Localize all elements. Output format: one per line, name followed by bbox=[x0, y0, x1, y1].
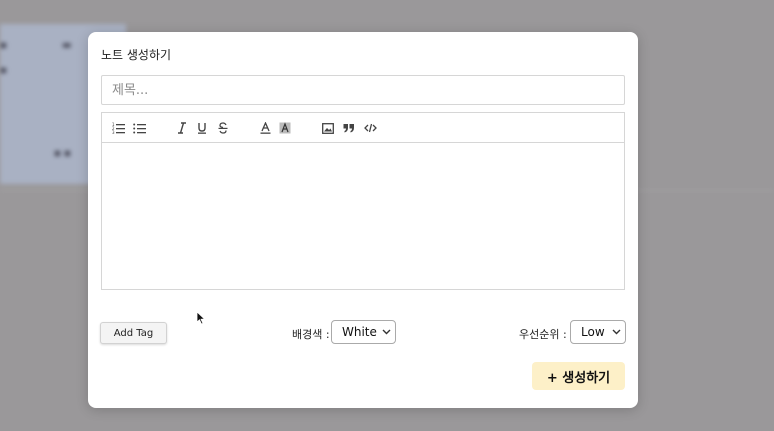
background-text: ▪ bbox=[0, 65, 7, 76]
modal-title: 노트 생성하기 bbox=[101, 48, 172, 62]
create-note-button[interactable]: + 생성하기 bbox=[532, 362, 625, 390]
bullet-list-icon[interactable] bbox=[131, 120, 147, 136]
background-color-select[interactable]: White bbox=[331, 320, 396, 344]
code-icon[interactable] bbox=[362, 120, 378, 136]
add-tag-button[interactable]: Add Tag bbox=[100, 322, 167, 344]
background-color-icon[interactable] bbox=[277, 120, 293, 136]
font-color-icon[interactable] bbox=[257, 120, 273, 136]
priority-select[interactable]: Low bbox=[570, 320, 626, 344]
background-text: ▪ ▪ bbox=[54, 148, 71, 159]
ordered-list-icon[interactable]: 123 bbox=[110, 120, 126, 136]
priority-label: 우선순위 : bbox=[519, 328, 567, 341]
chevron-down-icon bbox=[607, 329, 625, 335]
chevron-down-icon bbox=[377, 329, 395, 335]
create-note-modal: 노트 생성하기 123 bbox=[88, 32, 638, 408]
strikethrough-icon[interactable] bbox=[215, 120, 231, 136]
background-color-label: 배경색 : bbox=[292, 328, 330, 341]
image-icon[interactable] bbox=[320, 120, 336, 136]
editor-content-area[interactable] bbox=[102, 143, 624, 290]
underline-icon[interactable] bbox=[194, 120, 210, 136]
svg-text:3: 3 bbox=[112, 130, 115, 134]
note-title-input[interactable] bbox=[101, 75, 625, 105]
background-text: ▬ bbox=[62, 40, 72, 51]
editor-toolbar: 123 bbox=[102, 113, 624, 143]
italic-icon[interactable] bbox=[174, 120, 190, 136]
note-options-row: Add Tag 배경색 : White 우선순위 : Low bbox=[88, 320, 638, 346]
quote-icon[interactable] bbox=[341, 120, 357, 136]
rich-text-editor: 123 bbox=[101, 112, 625, 290]
priority-value: Low bbox=[581, 325, 605, 339]
mouse-cursor-icon bbox=[196, 310, 206, 329]
background-color-value: White bbox=[342, 325, 377, 339]
background-text: ▪ bbox=[0, 40, 7, 51]
